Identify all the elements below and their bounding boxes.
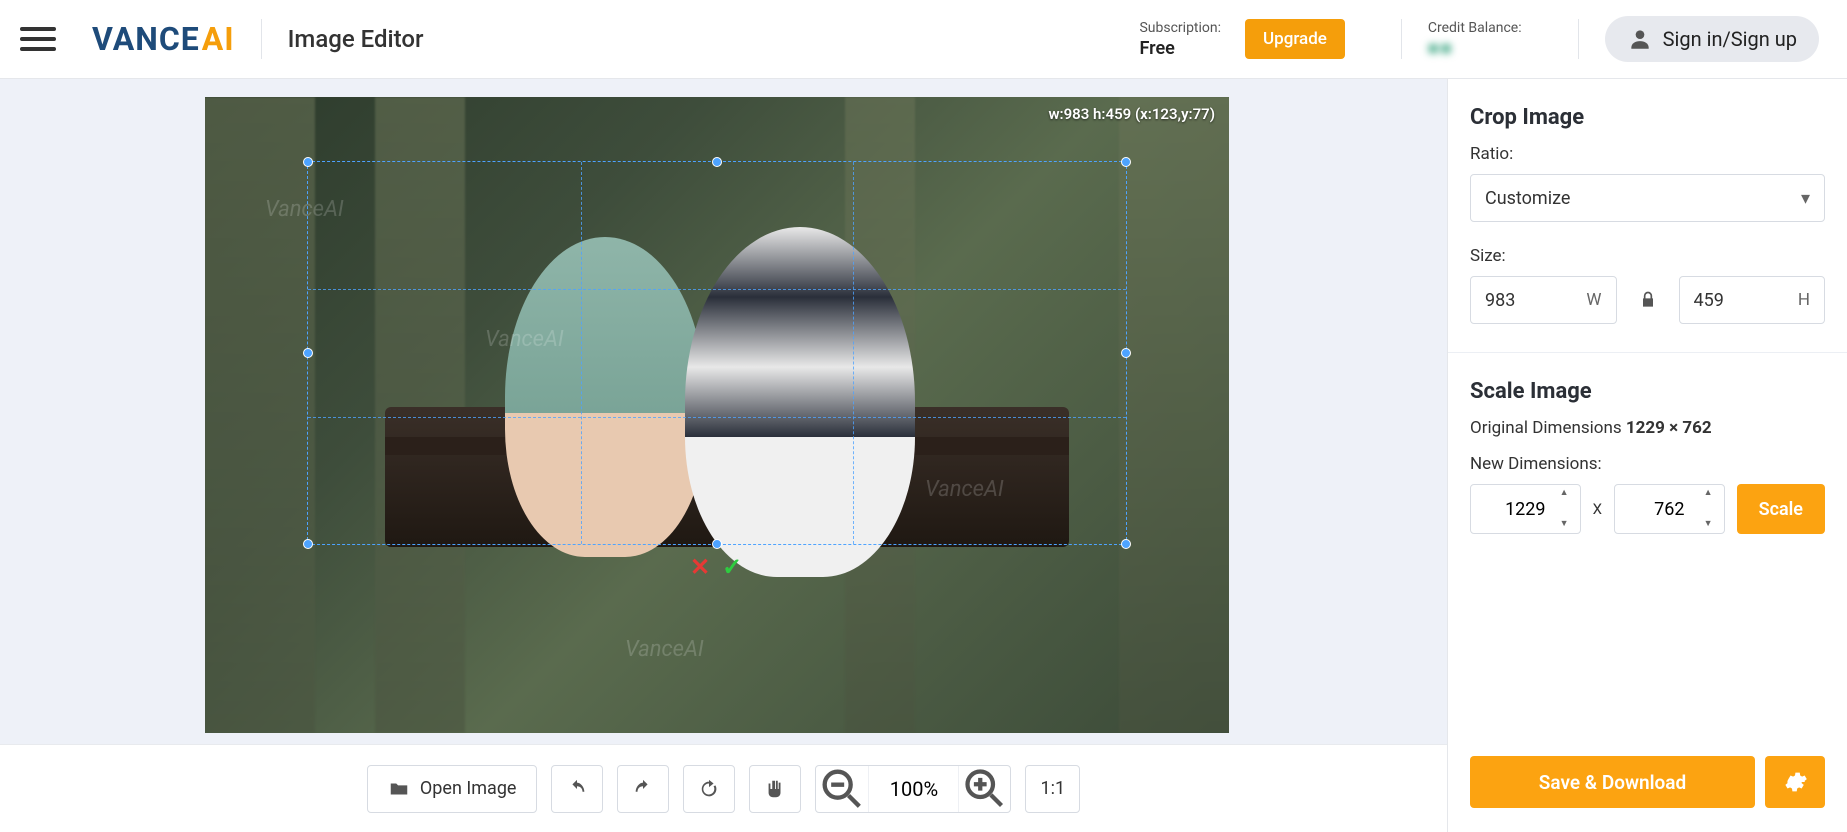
settings-button[interactable] (1765, 756, 1825, 808)
logo-text-b: AI (202, 20, 235, 58)
new-dim-label: New Dimensions: (1470, 454, 1825, 474)
credit-label: Credit Balance: (1428, 20, 1522, 36)
upgrade-button[interactable]: Upgrade (1245, 19, 1345, 59)
crop-actions: ✕ ✓ (690, 553, 742, 581)
scale-row: ▲▼ X ▲▼ Scale (1470, 484, 1825, 534)
menu-icon[interactable] (20, 21, 56, 57)
bottom-toolbar: Open Image 100% (0, 744, 1447, 832)
scale-panel-title: Scale Image (1470, 379, 1825, 404)
crop-dimensions-overlay: w:983 h:459 (x:123,y:77) (1048, 105, 1215, 123)
save-download-button[interactable]: Save & Download (1470, 756, 1755, 808)
credit-block: Credit Balance: ■■ (1428, 20, 1522, 59)
watermark: VanceAI (625, 637, 704, 662)
orig-dim-value: 1229 × 762 (1626, 418, 1712, 438)
page-title: Image Editor (288, 25, 424, 53)
header-divider (1401, 19, 1402, 59)
subscription-value: Free (1139, 38, 1221, 59)
subscription-label: Subscription: (1139, 20, 1221, 36)
size-label: Size: (1470, 246, 1825, 266)
zoom-in-icon (959, 763, 1010, 814)
zoom-out-icon (816, 763, 868, 815)
image-stage[interactable]: VanceAI VanceAI VanceAI VanceAI w:983 h:… (205, 97, 1229, 733)
panel-footer: Save & Download (1470, 736, 1825, 832)
zoom-out-button[interactable] (816, 766, 868, 812)
credit-value: ■■ (1428, 38, 1522, 59)
brand-logo[interactable]: VANCE AI (92, 20, 235, 58)
original-dimensions: Original Dimensions 1229 × 762 (1470, 418, 1825, 438)
size-row: W H (1470, 276, 1825, 324)
width-unit: W (1586, 290, 1601, 310)
redo-button[interactable] (617, 765, 669, 813)
signin-button[interactable]: Sign in/Sign up (1605, 16, 1819, 62)
lock-icon (1638, 290, 1658, 310)
crop-height-input[interactable] (1694, 290, 1764, 311)
side-panel: Crop Image Ratio: Customize ▾ Size: W H … (1447, 79, 1847, 832)
crop-handle-e[interactable] (1121, 348, 1131, 358)
new-width-box: ▲▼ (1470, 484, 1581, 534)
user-icon (1627, 26, 1653, 52)
main-area: VanceAI VanceAI VanceAI VanceAI w:983 h:… (0, 79, 1847, 832)
pan-button[interactable] (749, 765, 801, 813)
canvas-area: VanceAI VanceAI VanceAI VanceAI w:983 h:… (0, 79, 1447, 832)
height-spinner[interactable]: ▲▼ (1704, 489, 1720, 529)
crop-confirm-icon[interactable]: ✓ (722, 553, 742, 581)
scene-decor (205, 97, 315, 733)
crop-cancel-icon[interactable]: ✕ (690, 553, 710, 581)
header-divider (261, 19, 262, 59)
aspect-lock-button[interactable] (1631, 283, 1665, 317)
crop-handle-ne[interactable] (1121, 157, 1131, 167)
panel-divider (1448, 352, 1847, 353)
scale-button[interactable]: Scale (1737, 484, 1825, 534)
crop-handle-w[interactable] (303, 348, 313, 358)
new-height-box: ▲▼ (1614, 484, 1725, 534)
signin-label: Sign in/Sign up (1663, 27, 1797, 51)
fit-button[interactable]: 1:1 (1025, 765, 1080, 813)
ratio-select[interactable]: Customize ▾ (1470, 174, 1825, 222)
crop-handle-n[interactable] (712, 157, 722, 167)
width-input-wrap: W (1470, 276, 1617, 324)
logo-text-a: VANCE (92, 20, 200, 58)
fit-label: 1:1 (1040, 778, 1065, 799)
zoom-value: 100% (868, 766, 958, 812)
height-input-wrap: H (1679, 276, 1826, 324)
orig-dim-label: Original Dimensions (1470, 418, 1622, 438)
gear-icon (1782, 769, 1808, 795)
crop-handle-nw[interactable] (303, 157, 313, 167)
ratio-label: Ratio: (1470, 144, 1825, 164)
crop-panel-title: Crop Image (1470, 105, 1825, 130)
crop-selection[interactable] (307, 161, 1127, 545)
chevron-down-icon: ▾ (1801, 188, 1810, 209)
crop-handle-sw[interactable] (303, 539, 313, 549)
redo-icon (632, 778, 654, 800)
new-height-input[interactable] (1639, 499, 1699, 520)
height-unit: H (1798, 290, 1810, 310)
reset-button[interactable] (683, 765, 735, 813)
ratio-value: Customize (1485, 188, 1570, 209)
new-width-input[interactable] (1495, 499, 1555, 520)
open-image-label: Open Image (420, 778, 517, 799)
undo-icon (566, 778, 588, 800)
zoom-in-button[interactable] (958, 766, 1010, 812)
hand-icon (764, 778, 786, 800)
width-spinner[interactable]: ▲▼ (1560, 489, 1576, 529)
subscription-block: Subscription: Free (1139, 20, 1221, 59)
folder-icon (388, 778, 410, 800)
app-header: VANCE AI Image Editor Subscription: Free… (0, 0, 1847, 79)
scene-decor (1119, 97, 1229, 733)
crop-width-input[interactable] (1485, 290, 1555, 311)
refresh-icon (698, 778, 720, 800)
undo-button[interactable] (551, 765, 603, 813)
open-image-button[interactable]: Open Image (367, 765, 538, 813)
times-label: X (1593, 500, 1602, 518)
header-divider (1578, 19, 1579, 59)
zoom-control: 100% (815, 765, 1011, 813)
crop-handle-s[interactable] (712, 539, 722, 549)
crop-handle-se[interactable] (1121, 539, 1131, 549)
